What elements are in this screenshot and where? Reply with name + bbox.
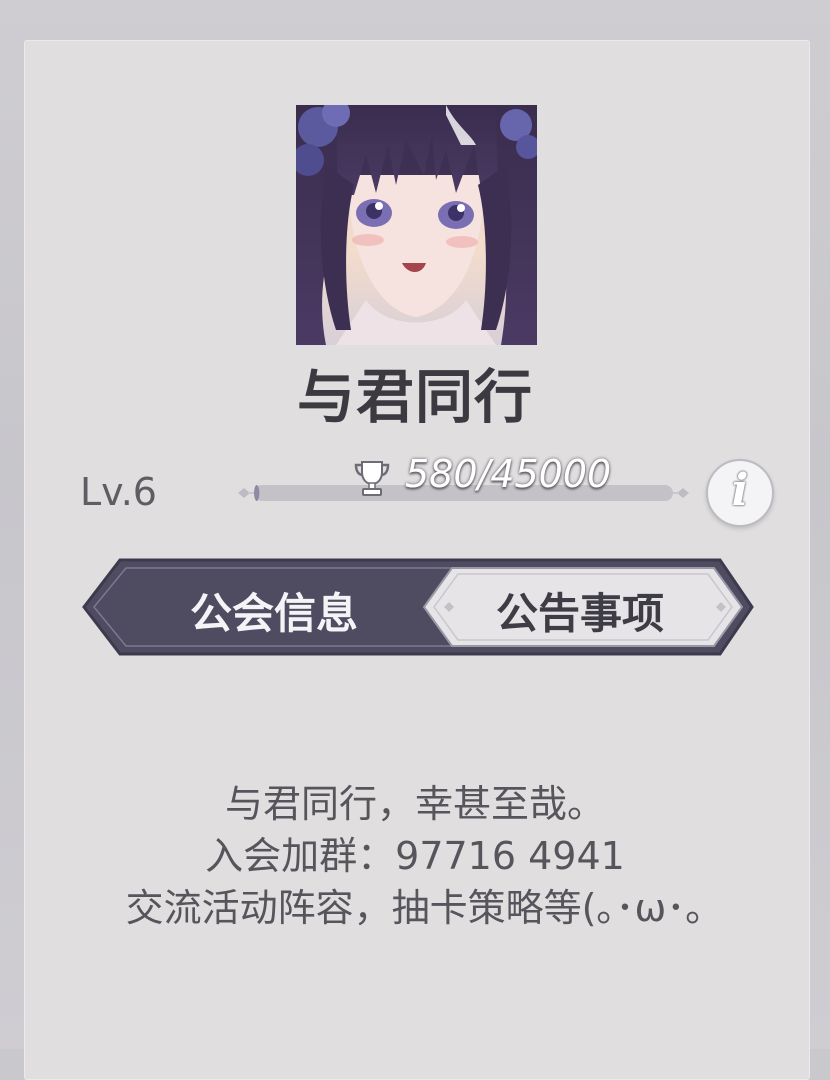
guild-avatar: [296, 105, 537, 345]
guild-notice: 与君同行，幸甚至哉。 入会加群：97716 4941 交流活动阵容，抽卡策略等(…: [30, 778, 800, 934]
trophy-icon: [354, 461, 390, 496]
notice-line: 与君同行，幸甚至哉。: [224, 782, 605, 826]
tab-announcement[interactable]: 公告事项: [430, 580, 730, 641]
tab-guild-info[interactable]: 公会信息: [124, 580, 424, 641]
notice-line: 交流活动阵容，抽卡策略等(｡･ω･｡: [125, 886, 705, 930]
exp-text: 580/45000: [405, 452, 612, 496]
notice-line: 入会加群：97716 4941: [205, 834, 625, 878]
info-button[interactable]: i: [706, 459, 774, 527]
guild-name: 与君同行: [296, 363, 533, 431]
exp-progress-fill: [254, 485, 260, 501]
guild-level: Lv.6: [80, 470, 157, 514]
info-icon: i: [731, 465, 749, 516]
